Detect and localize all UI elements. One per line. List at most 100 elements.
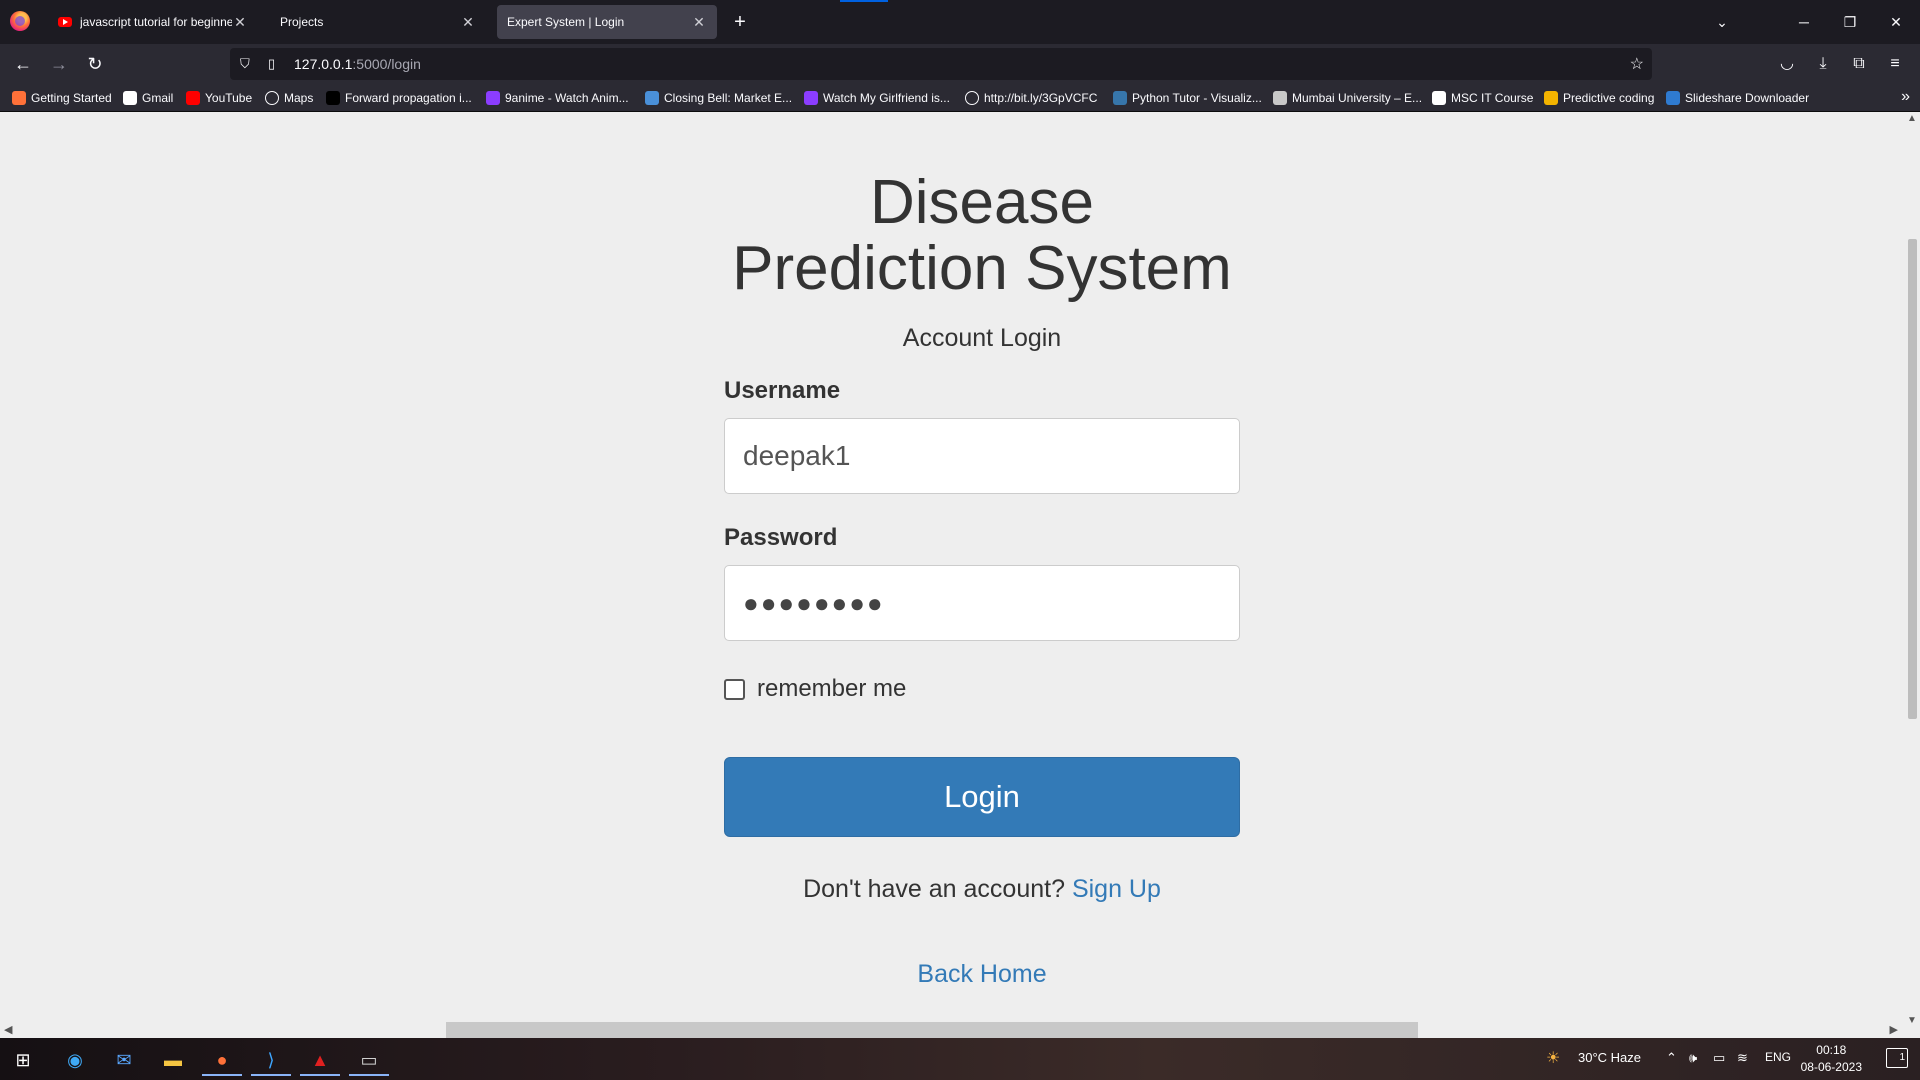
weather-text[interactable]: 30°C Haze [1578,1050,1641,1065]
doc-icon [1544,91,1558,105]
title-line-1: Disease [870,168,1094,237]
bookmark-item[interactable]: Slideshare Downloader [1666,90,1809,106]
page-info-icon[interactable]: ▯ [268,56,275,72]
username-input[interactable]: deepak1 [724,418,1240,494]
extensions-icon[interactable]: ⧉ [1845,50,1873,78]
vertical-scroll-thumb[interactable] [1908,239,1917,719]
mail-icon[interactable]: ✉ [104,1044,144,1076]
back-home-link[interactable]: Back Home [917,960,1046,988]
firefox-icon[interactable]: ● [202,1044,242,1076]
tab-projects[interactable]: Projects ✕ [270,5,486,39]
tab-expert-system-login[interactable]: Expert System | Login ✕ [497,5,717,39]
speaker-icon[interactable]: 🕪 [1689,1050,1697,1066]
close-icon[interactable]: ✕ [691,14,707,31]
horizontal-scrollbar[interactable]: ◀ ▶ [0,1022,1904,1038]
acrobat-icon[interactable]: ▲ [300,1044,340,1076]
firefox-menu-icon[interactable] [10,11,30,31]
bookmark-item[interactable]: Python Tutor - Visualiz... [1113,90,1262,106]
page-title: Disease Prediction System [724,170,1240,302]
hamburger-menu-icon[interactable]: ≡ [1881,50,1909,78]
windows-taskbar: ⊞ ◉ ✉ ▬ ● ⟩ ▲ ▭ ☀ 30°C Haze ⌃ 🕪 ▭ ≋ ENG … [0,1038,1920,1080]
reload-icon[interactable]: ↻ [81,50,109,78]
signup-link[interactable]: Sign Up [1072,875,1161,903]
url-path: :5000/login [352,56,421,72]
google-icon [123,91,137,105]
scroll-up-icon[interactable]: ▲ [1907,113,1917,124]
download-icon[interactable]: ⤓ [1809,50,1837,78]
weather-icon[interactable]: ☀ [1546,1048,1560,1068]
close-icon[interactable]: ✕ [232,14,248,31]
battery-icon[interactable]: ▭ [1713,1050,1725,1066]
remember-me-checkbox[interactable] [724,678,745,700]
language-indicator[interactable]: ENG [1765,1050,1791,1064]
bookmark-item[interactable]: Watch My Girlfriend is... [804,90,950,106]
tab-drag-indicator [840,0,888,2]
news-icon [645,91,659,105]
tab-javascript-tutorial[interactable]: javascript tutorial for beginners ✕ [48,5,258,39]
bookmark-item[interactable]: Getting Started [12,90,112,106]
terminal-icon[interactable]: ▭ [349,1044,389,1076]
windows-start-icon[interactable]: ⊞ [3,1044,43,1076]
tab-title: Expert System | Login [507,15,625,29]
bookmark-item[interactable]: Forward propagation i... [326,90,472,106]
horizontal-scroll-thumb[interactable] [446,1022,1418,1038]
scroll-right-icon[interactable]: ▶ [1890,1023,1898,1036]
remember-me-label[interactable]: remember me [757,675,906,703]
bookmark-label: Predictive coding [1563,91,1655,105]
signup-line: Don't have an account? Sign Up [724,875,1240,904]
login-button[interactable]: Login [724,757,1240,837]
bookmark-item[interactable]: Predictive coding [1544,90,1654,106]
notification-count: 1 [1899,1052,1905,1063]
file-explorer-icon[interactable]: ▬ [153,1044,193,1076]
close-window-icon[interactable]: ✕ [1881,8,1911,36]
bookmarks-toolbar: Getting Started Gmail YouTube Maps Forward p… [0,84,1920,112]
youtube-icon [58,17,72,27]
close-icon[interactable]: ✕ [460,14,476,31]
pocket-icon[interactable]: ◡ [1773,50,1801,78]
shield-icon[interactable]: ⛉ [240,56,250,72]
clock[interactable]: 00:18 08-06-2023 [1801,1042,1862,1076]
vertical-scrollbar[interactable]: ▲ ▼ [1904,113,1920,1026]
list-all-tabs-icon[interactable]: ⌄ [1707,8,1737,36]
restore-icon[interactable]: ❐ [1835,8,1865,36]
bookmark-item[interactable]: MSC IT Course [1432,90,1533,106]
scroll-down-icon[interactable]: ▼ [1907,1015,1917,1026]
minimize-icon[interactable]: ─ [1789,8,1819,36]
tab-title: Projects [280,15,324,29]
bookmark-item[interactable]: YouTube [186,90,252,106]
new-tab-button[interactable]: + [728,8,752,36]
bookmark-item[interactable]: Maps [265,90,313,106]
tab-title: javascript tutorial for beginners [80,15,232,29]
forward-icon[interactable]: → [45,50,73,78]
back-icon[interactable]: ← [9,50,37,78]
notification-center-icon[interactable]: 1 [1886,1048,1908,1068]
wifi-icon[interactable]: ≋ [1737,1050,1748,1066]
more-bookmarks-icon[interactable]: » [1901,88,1910,106]
signup-prompt: Don't have an account? [803,875,1065,903]
bookmark-label: MSC IT Course [1451,91,1534,105]
bookmark-label: YouTube [205,91,253,105]
bookmark-item[interactable]: Closing Bell: Market E... [645,90,792,106]
tab-bar: javascript tutorial for beginners ✕ Proj… [0,0,1920,44]
bookmark-item[interactable]: http://bit.ly/3GpVCFC [965,90,1097,106]
bookmark-label: Python Tutor - Visualiz... [1132,91,1262,105]
bookmark-label: http://bit.ly/3GpVCFC [984,91,1098,105]
back-home-row: Back Home [724,960,1240,989]
url-text[interactable]: 127.0.0.1:5000/login [294,56,421,72]
edge-icon[interactable]: ◉ [55,1044,95,1076]
bookmark-star-icon[interactable]: ☆ [1630,54,1644,74]
youtube-icon [186,91,200,105]
play-icon [804,91,818,105]
bookmark-label: 9anime - Watch Anim... [505,91,629,105]
hidden-icons-chevron-icon[interactable]: ⌃ [1666,1050,1677,1066]
bookmark-item[interactable]: Mumbai University – E... [1273,90,1422,106]
university-icon [1273,91,1287,105]
password-input[interactable]: ●●●●●●●● [724,565,1240,641]
url-bar[interactable]: ⛉ ▯ 127.0.0.1:5000/login ☆ [230,48,1652,80]
vscode-icon[interactable]: ⟩ [251,1044,291,1076]
form-subtitle: Account Login [902,324,1062,352]
bookmark-item[interactable]: Gmail [123,90,173,106]
scroll-left-icon[interactable]: ◀ [4,1023,12,1036]
bookmark-label: Slideshare Downloader [1685,91,1810,105]
bookmark-item[interactable]: 9anime - Watch Anim... [486,90,629,106]
